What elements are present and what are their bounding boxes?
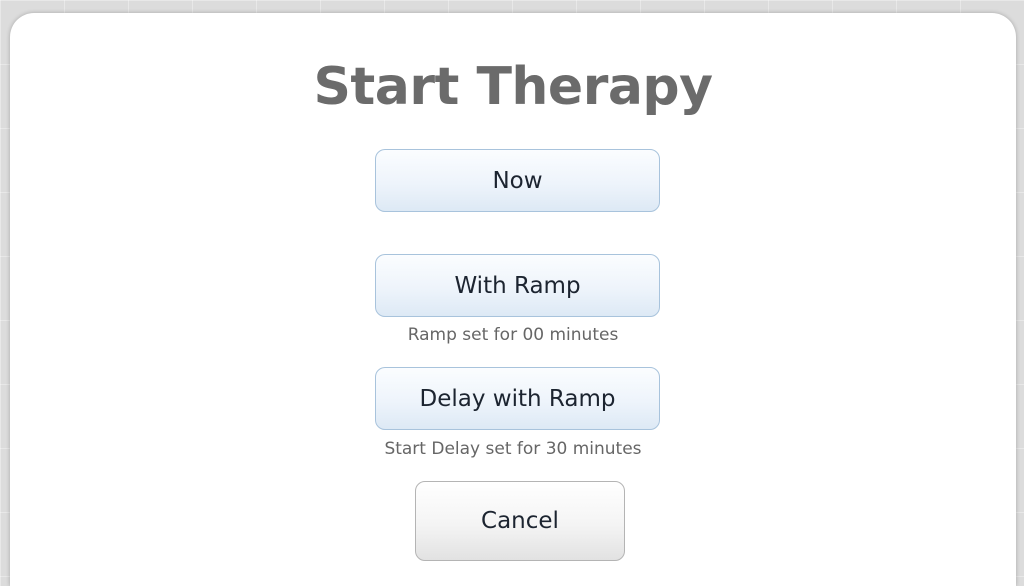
delay-with-ramp-button-label: Delay with Ramp (419, 385, 616, 412)
start-delay-caption: Start Delay set for 30 minutes (384, 439, 642, 459)
delay-with-ramp-button[interactable]: Delay with Ramp (375, 367, 660, 430)
dialog-title: Start Therapy (313, 57, 713, 117)
cancel-button[interactable]: Cancel (415, 481, 625, 561)
now-button-label: Now (492, 167, 543, 194)
start-therapy-dialog: Start Therapy Now With Ramp Ramp set for… (10, 13, 1016, 586)
with-ramp-button-label: With Ramp (454, 272, 581, 299)
cancel-button-label: Cancel (481, 508, 559, 534)
now-button[interactable]: Now (375, 149, 660, 212)
ramp-setting-caption: Ramp set for 00 minutes (407, 325, 619, 345)
with-ramp-button[interactable]: With Ramp (375, 254, 660, 317)
